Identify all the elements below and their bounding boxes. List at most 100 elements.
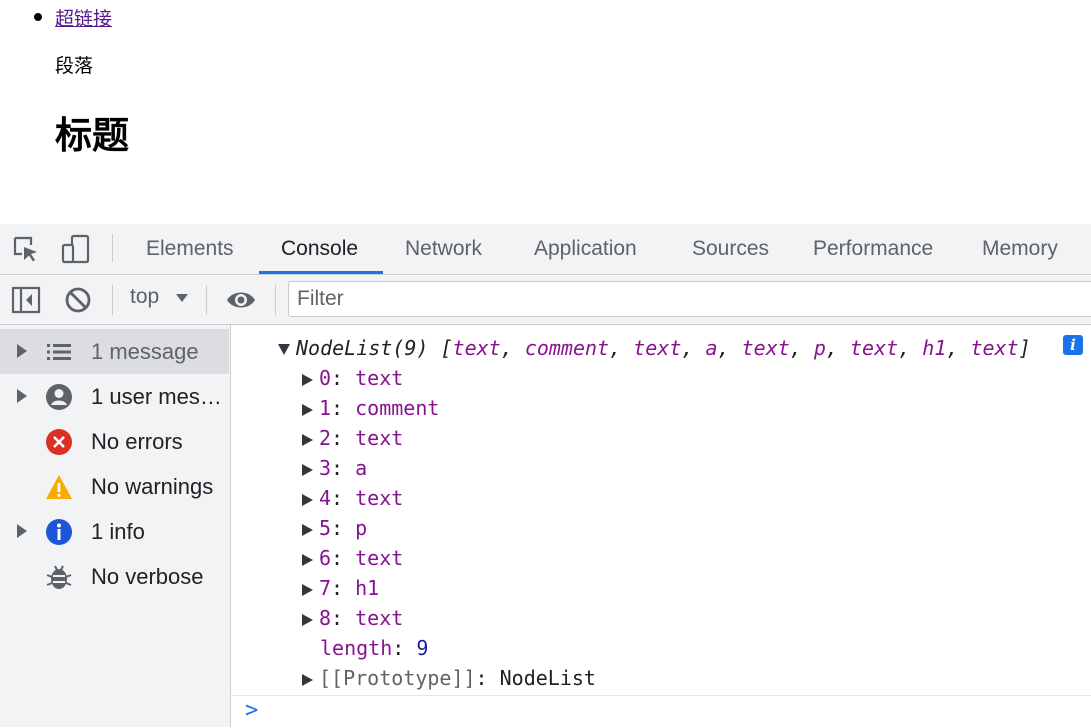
sidebar-item-user-messages[interactable]: 1 user mess… (0, 374, 229, 419)
nodelist-entry[interactable]: 0: text (302, 363, 403, 393)
sidebar-item-messages[interactable]: 1 message (0, 329, 229, 374)
expand-arrow-icon[interactable] (302, 403, 313, 416)
nodelist-entry[interactable]: 7: h1 (302, 573, 379, 603)
expand-arrow-icon[interactable] (302, 433, 313, 446)
entry-index: 3 (319, 456, 332, 480)
length-property: length: 9 (320, 636, 429, 660)
length-value: 9 (416, 636, 429, 660)
console-prompt-row[interactable]: > (231, 695, 1091, 728)
list-bullet (34, 13, 42, 21)
device-toolbar-icon[interactable] (61, 234, 91, 264)
prompt-chevron-icon: > (245, 698, 259, 723)
entry-index: 4 (319, 486, 332, 510)
console-sidebar: 1 message 1 user mess… No errors No warn… (0, 325, 231, 727)
nodelist-entry[interactable]: 5: p (302, 513, 367, 543)
console-output: NodeList(9) [text, comment, text, a, tex… (231, 325, 1091, 727)
entry-index: 6 (319, 546, 332, 570)
sidebar-item-warnings[interactable]: No warnings (0, 464, 229, 509)
entry-index: 1 (319, 396, 332, 420)
devtools-panel: Elements Console Network Application Sou… (0, 224, 1091, 727)
expand-arrow-icon[interactable] (302, 613, 313, 626)
entry-value: text (355, 486, 404, 510)
summary-item: h1 (922, 336, 947, 360)
expand-arrow-icon[interactable] (302, 553, 313, 566)
nodelist-entry[interactable]: 4: text (302, 483, 403, 513)
expand-arrow-icon[interactable] (302, 373, 313, 386)
summary-item: text (633, 336, 682, 360)
expand-arrow-icon[interactable] (302, 463, 313, 476)
nodelist-entry[interactable]: 8: text (302, 603, 403, 633)
tab-console[interactable]: Console (281, 224, 358, 274)
collapse-arrow-icon[interactable] (278, 344, 290, 355)
prototype-property[interactable]: [[Prototype]]: NodeList (302, 663, 596, 693)
expand-arrow-icon[interactable] (17, 389, 27, 403)
sidebar-item-label: 1 message (91, 339, 199, 364)
prototype-key: [[Prototype]] (319, 666, 476, 690)
entry-value: p (355, 516, 368, 540)
entry-index: 2 (319, 426, 332, 450)
tab-application[interactable]: Application (534, 224, 637, 274)
toolbar-separator (206, 285, 207, 315)
filter-input[interactable] (288, 281, 1091, 317)
summary-item: text (452, 336, 501, 360)
entry-value: comment (355, 396, 440, 420)
tabbar-separator (112, 234, 113, 262)
summary-item: text (850, 336, 899, 360)
nodelist-summary[interactable]: NodeList(9) [text, comment, text, a, tex… (278, 333, 1031, 363)
nodelist-entry[interactable]: 2: text (302, 423, 403, 453)
summary-item: comment (524, 336, 610, 360)
summary-item: text (741, 336, 790, 360)
sidebar-item-label: No errors (91, 429, 183, 454)
devtools-tabbar: Elements Console Network Application Sou… (0, 224, 1091, 275)
dropdown-arrow-icon[interactable] (175, 293, 189, 303)
live-expression-eye-icon[interactable] (225, 288, 257, 312)
info-badge-icon[interactable]: i (1063, 335, 1083, 355)
sidebar-item-info[interactable]: 1 info (0, 509, 229, 554)
tab-sources[interactable]: Sources (692, 224, 769, 274)
active-tab-indicator (259, 271, 383, 274)
nodelist-entry[interactable]: 6: text (302, 543, 403, 573)
sidebar-item-label: No warnings (91, 474, 214, 499)
context-selector[interactable]: top (130, 285, 159, 309)
show-sidebar-icon[interactable] (11, 286, 41, 314)
summary-item: p (813, 336, 826, 360)
length-key: length (320, 636, 393, 660)
sidebar-item-label: No verbose (91, 564, 204, 589)
expand-arrow-icon[interactable] (17, 344, 27, 358)
page-heading: 标题 (55, 114, 129, 157)
bug-icon (46, 565, 72, 589)
toolbar-separator (275, 285, 276, 315)
toolbar-separator (112, 285, 113, 315)
summary-item: text (970, 336, 1019, 360)
entry-value: text (355, 426, 404, 450)
error-icon (46, 429, 72, 455)
sidebar-item-verbose[interactable]: No verbose (0, 554, 229, 599)
list-icon (47, 344, 71, 360)
hyperlink[interactable]: 超链接 (55, 4, 112, 31)
tab-memory[interactable]: Memory (982, 224, 1058, 274)
summary-item: a (705, 336, 718, 360)
nodelist-entry[interactable]: 1: comment (302, 393, 439, 423)
prototype-value: NodeList (499, 666, 596, 690)
clear-console-icon[interactable] (64, 286, 92, 314)
sidebar-item-label: 1 user mess… (91, 384, 227, 409)
entry-value: text (355, 546, 404, 570)
tab-network[interactable]: Network (405, 224, 482, 274)
expand-arrow-icon[interactable] (302, 583, 313, 596)
entry-index: 0 (319, 366, 332, 390)
tab-performance[interactable]: Performance (813, 224, 933, 274)
info-icon (46, 519, 72, 545)
expand-arrow-icon[interactable] (17, 524, 27, 538)
tab-elements[interactable]: Elements (146, 224, 234, 274)
nodelist-entry[interactable]: 3: a (302, 453, 367, 483)
expand-arrow-icon[interactable] (302, 523, 313, 536)
entry-index: 7 (319, 576, 332, 600)
expand-arrow-icon[interactable] (302, 673, 313, 686)
page-content: 超链接 段落 标题 (0, 0, 1091, 224)
nodelist-name: NodeList(9) (296, 336, 429, 360)
sidebar-item-errors[interactable]: No errors (0, 419, 229, 464)
expand-arrow-icon[interactable] (302, 493, 313, 506)
inspect-element-icon[interactable] (11, 234, 41, 264)
user-icon (46, 384, 72, 410)
entry-value: h1 (355, 576, 380, 600)
